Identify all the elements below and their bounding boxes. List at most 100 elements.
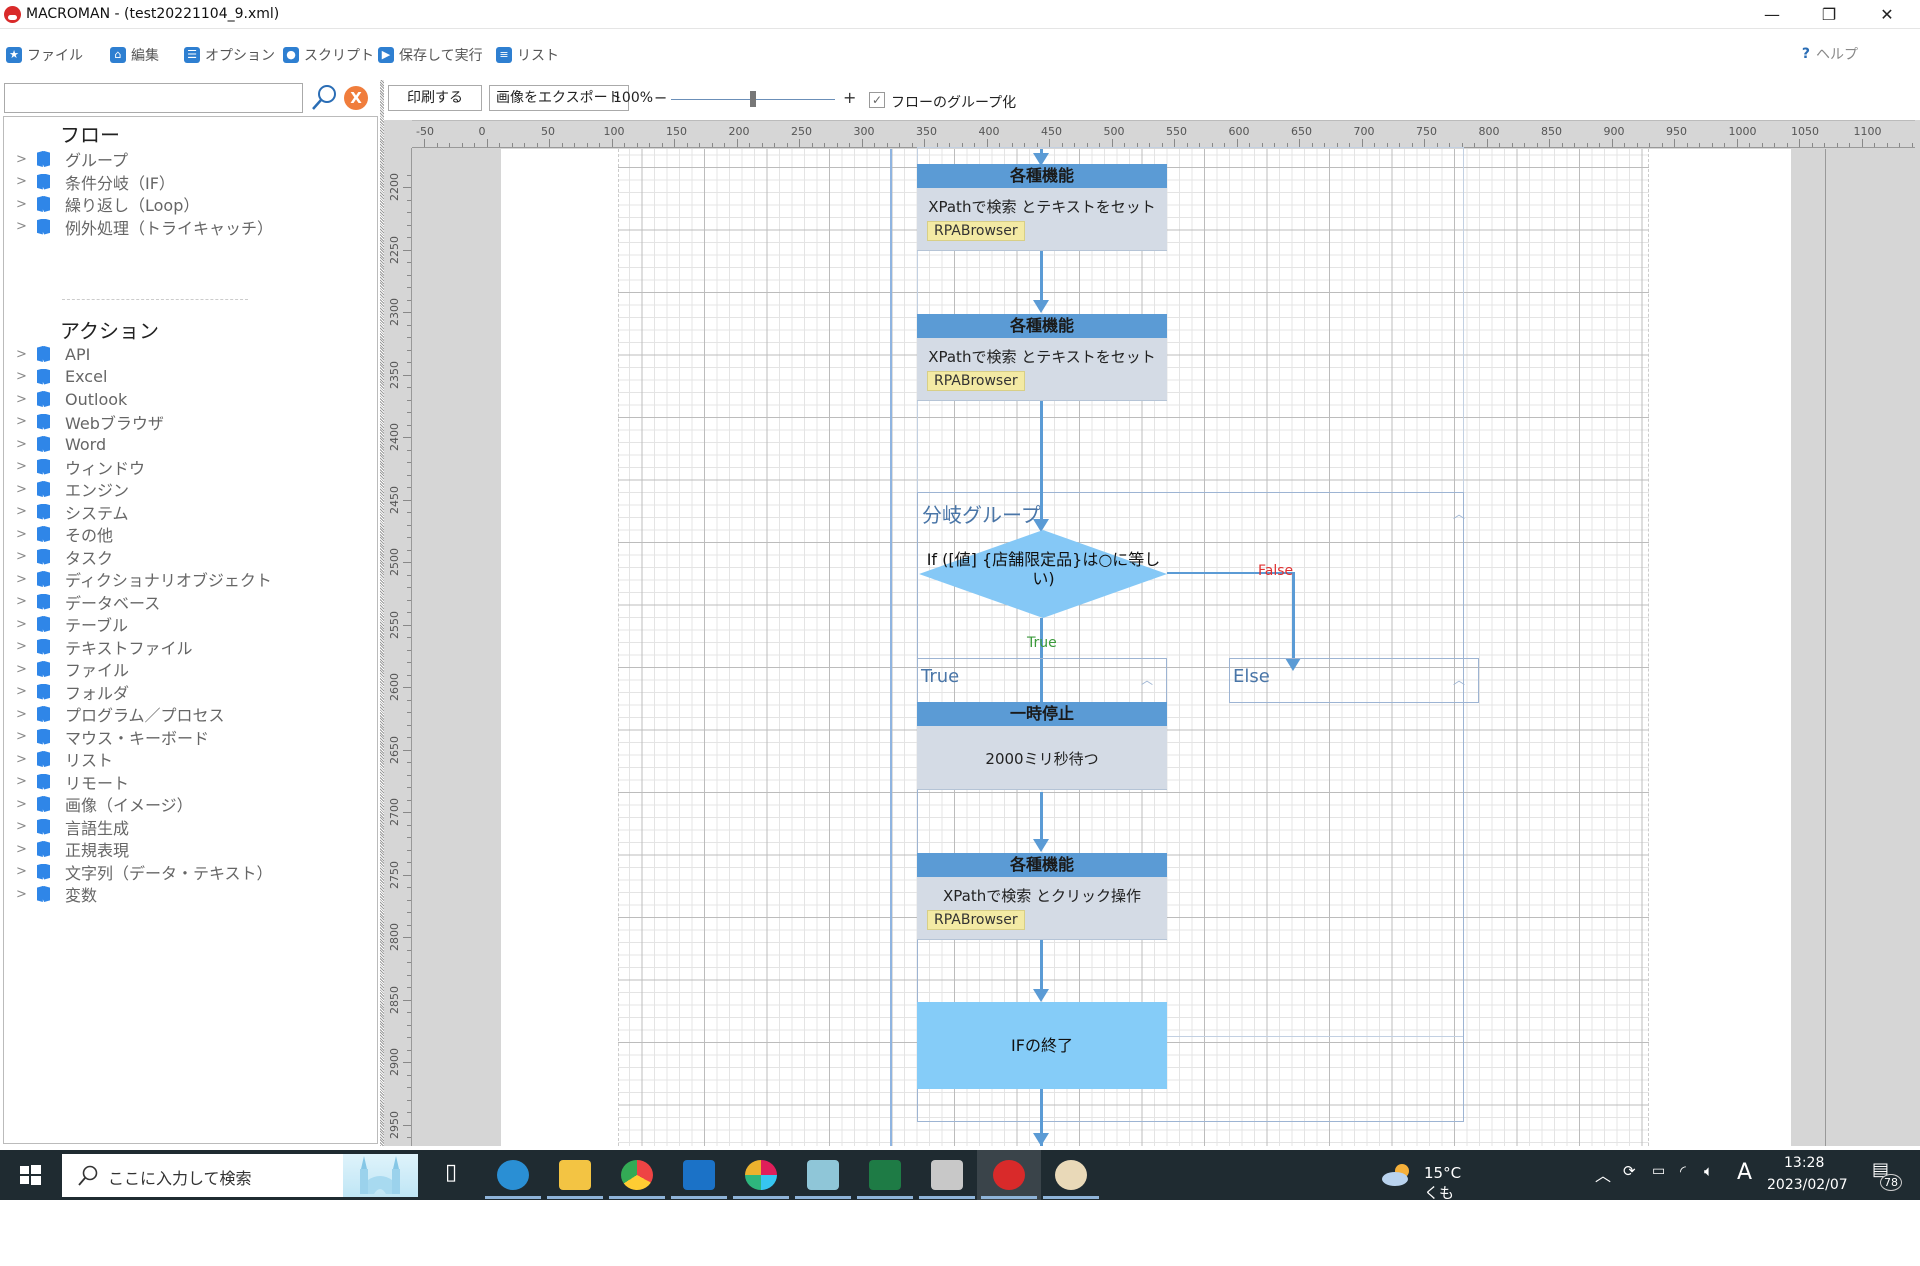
print-button[interactable]: 印刷する <box>388 85 482 111</box>
zoom-slider-thumb[interactable] <box>750 91 756 107</box>
chevron-right-icon[interactable]: > <box>16 797 30 812</box>
action-node-pause[interactable]: 一時停止 2000ミリ秒待つ <box>917 702 1167 790</box>
close-button[interactable]: ✕ <box>1858 0 1916 29</box>
wifi-icon[interactable]: ◜ <box>1680 1162 1686 1180</box>
search-input[interactable] <box>4 83 303 113</box>
menu-list[interactable]: ≡ リスト <box>496 44 559 66</box>
start-button[interactable] <box>0 1150 60 1200</box>
chevron-right-icon[interactable]: > <box>16 662 30 677</box>
ruler-x-label: 400 <box>978 125 1000 138</box>
clear-search-button[interactable]: X <box>344 86 368 110</box>
ruler-tick <box>407 662 411 663</box>
chevron-right-icon[interactable]: > <box>16 482 30 497</box>
chevron-right-icon[interactable]: > <box>16 572 30 587</box>
outlook-icon[interactable] <box>683 1160 715 1190</box>
tree-item-label: その他 <box>65 526 114 545</box>
chevron-right-icon[interactable]: > <box>16 819 30 834</box>
clock-date[interactable]: 2023/02/07 <box>1767 1177 1848 1193</box>
paint-icon[interactable] <box>1055 1160 1087 1190</box>
chevron-right-icon[interactable]: > <box>16 152 30 167</box>
menu-script[interactable]: ● スクリプト <box>283 44 374 66</box>
chevron-right-icon[interactable]: > <box>16 864 30 879</box>
minimize-button[interactable]: — <box>1743 0 1801 29</box>
menu-file[interactable]: ★ ファイル <box>6 44 83 66</box>
slack-icon[interactable] <box>745 1160 777 1190</box>
chevron-right-icon[interactable]: > <box>16 347 30 362</box>
running-indicator <box>857 1196 913 1199</box>
chevron-right-icon[interactable]: > <box>16 617 30 632</box>
ruler-tick <box>407 412 411 413</box>
ruler-tick <box>407 949 411 951</box>
collapse-else-group-icon[interactable]: ︿ <box>1453 671 1465 688</box>
macroman-icon[interactable] <box>993 1160 1025 1190</box>
volume-icon[interactable]: 🔈︎ <box>1704 1162 1713 1180</box>
collapse-branch-group-icon[interactable]: ︿ <box>1453 505 1465 522</box>
chevron-right-icon[interactable]: > <box>16 437 30 452</box>
chevron-right-icon[interactable]: > <box>16 504 30 519</box>
ime-indicator[interactable]: A <box>1737 1160 1752 1185</box>
menu-options[interactable]: ☰ オプション <box>184 44 275 66</box>
chevron-right-icon[interactable]: > <box>16 639 30 654</box>
tray-overflow-icon[interactable]: ︿ <box>1595 1162 1611 1186</box>
notepad-icon[interactable] <box>807 1160 839 1190</box>
help-button[interactable]: ? ヘルプ <box>1802 44 1858 64</box>
clock-time[interactable]: 13:28 <box>1784 1155 1824 1171</box>
chevron-right-icon[interactable]: > <box>16 774 30 789</box>
chevron-right-icon[interactable]: > <box>16 549 30 564</box>
ruler-y-label: 2850 <box>388 985 401 1014</box>
menu-edit[interactable]: ⌂ 編集 <box>110 44 159 66</box>
group-flow-checkbox[interactable]: ✓ <box>869 92 885 108</box>
excel-icon[interactable] <box>869 1160 901 1190</box>
chevron-right-icon[interactable]: > <box>16 197 30 212</box>
tree-item-sidebar.action_items[interactable]: > 変数 <box>4 881 374 907</box>
ruler-tick <box>407 674 411 676</box>
restore-button[interactable]: ❐ <box>1800 0 1858 29</box>
tree-item-sidebar.flow_items[interactable]: > 例外処理（トライキャッチ） <box>4 214 374 240</box>
taskbar-search[interactable]: ここに入力して検索 <box>62 1154 418 1197</box>
file-explorer-icon[interactable] <box>559 1160 591 1190</box>
flow-canvas[interactable]: -50 0 50 100 150 200 250 300 350 400 450 500 550 600 6… <box>384 120 1920 1146</box>
chevron-right-icon[interactable]: > <box>16 752 30 767</box>
menu-label: スクリプト <box>304 48 374 64</box>
battery-icon[interactable]: ▭ <box>1652 1163 1665 1179</box>
drive-icon[interactable] <box>931 1160 963 1190</box>
action-node-set-text-2[interactable]: 各種機能 XPathで検索 とテキストをセット RPABrowser <box>917 314 1167 401</box>
end-if-node[interactable]: IFの終了 <box>917 1002 1167 1089</box>
menu-save-run[interactable]: ▶ 保存して実行 <box>378 44 483 66</box>
update-icon[interactable]: ⟳ <box>1623 1162 1636 1180</box>
tree-item-label: ディクショナリオブジェクト <box>65 571 272 590</box>
running-indicator <box>795 1196 851 1199</box>
chevron-right-icon[interactable]: > <box>16 707 30 722</box>
chevron-right-icon[interactable]: > <box>16 459 30 474</box>
category-icon <box>37 346 50 362</box>
ruler-tick <box>536 143 538 147</box>
ruler-tick <box>407 699 411 701</box>
chrome-icon[interactable] <box>621 1160 653 1190</box>
edge-icon[interactable] <box>497 1160 529 1190</box>
action-node-click[interactable]: 各種機能 XPathで検索 とクリック操作 RPABrowser <box>917 853 1167 940</box>
chevron-right-icon[interactable]: > <box>16 414 30 429</box>
zoom-out-button[interactable]: − <box>654 88 667 107</box>
export-image-button[interactable]: 画像をエクスポート <box>489 85 629 111</box>
chevron-right-icon[interactable]: > <box>16 369 30 384</box>
ruler-tick <box>836 143 838 147</box>
chevron-right-icon[interactable]: > <box>16 392 30 407</box>
zoom-slider[interactable] <box>671 91 835 107</box>
chevron-right-icon[interactable]: > <box>16 594 30 609</box>
chevron-right-icon[interactable]: > <box>16 219 30 234</box>
weather-text[interactable]: 15°C くもりのち晴れ <box>1424 1164 1461 1266</box>
search-icon[interactable] <box>310 84 338 112</box>
action-node-set-text-1[interactable]: 各種機能 XPathで検索 とテキストをセット RPABrowser <box>917 164 1167 251</box>
weather-icon[interactable] <box>1380 1162 1414 1188</box>
collapse-true-group-icon[interactable]: ︿ <box>1141 671 1153 688</box>
task-view-icon[interactable]: ▯ <box>435 1160 467 1190</box>
chevron-right-icon[interactable]: > <box>16 842 30 857</box>
chevron-right-icon[interactable]: > <box>16 729 30 744</box>
ruler-y-label: 2700 <box>388 798 401 826</box>
zoom-in-button[interactable]: + <box>843 88 856 107</box>
chevron-right-icon[interactable]: > <box>16 887 30 902</box>
chevron-right-icon[interactable]: > <box>16 527 30 542</box>
chevron-right-icon[interactable]: > <box>16 684 30 699</box>
chevron-right-icon[interactable]: > <box>16 174 30 189</box>
ruler-tick <box>1911 143 1913 147</box>
